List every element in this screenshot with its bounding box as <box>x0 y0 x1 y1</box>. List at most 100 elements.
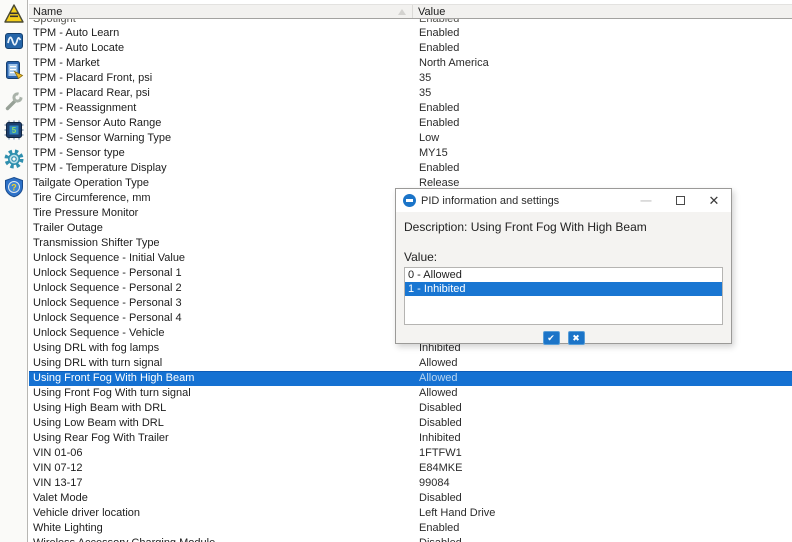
row-value-cell: Enabled <box>419 42 460 54</box>
table-header: Name Value <box>29 4 792 19</box>
table-row[interactable]: TPM - Auto Locate Enabled <box>29 41 792 56</box>
row-name-cell: TPM - Placard Front, psi <box>33 72 153 84</box>
row-name-cell: Using Rear Fog With Trailer <box>33 432 169 444</box>
row-name-cell: Wireless Accessory Charging Module <box>29 536 413 542</box>
row-name-cell: White Lighting <box>33 522 103 534</box>
dialog-title: PID information and settings <box>421 194 560 207</box>
value-label: Value: <box>404 250 438 264</box>
maximize-button[interactable] <box>663 189 697 212</box>
row-name-cell: Using Front Fog With turn signal <box>33 387 191 399</box>
row-value-cell: Left Hand Drive <box>419 507 496 519</box>
row-name-cell: Tailgate Operation Type <box>33 177 149 189</box>
clipboard-pencil-icon <box>6 61 24 80</box>
table-row[interactable]: TPM - Temperature Display Enabled <box>29 161 792 176</box>
wrench-icon <box>5 91 25 111</box>
close-button[interactable]: ✕ <box>697 189 731 212</box>
value-option[interactable]: 1 - Inhibited <box>405 282 722 296</box>
column-header-value-label: Value <box>418 6 446 18</box>
row-name-cell: TPM - Reassignment <box>33 102 137 114</box>
table-row[interactable]: TPM - Market North America <box>29 56 792 71</box>
dialog-buttons: ✔ ✖ <box>404 331 723 345</box>
table-row[interactable]: VIN 13-17 99084 <box>29 476 792 491</box>
sort-indicator-icon <box>398 9 406 15</box>
table-row[interactable]: VIN 07-12 E84MKE <box>29 461 792 476</box>
row-name-cell: Unlock Sequence - Personal 1 <box>33 267 182 279</box>
table-row[interactable]: TPM - Sensor Auto Range Enabled <box>29 116 792 131</box>
table-row[interactable]: Spotlight Enabled <box>29 19 792 26</box>
row-value-cell: 1FTFW1 <box>419 447 462 459</box>
row-name-cell: Unlock Sequence - Personal 4 <box>33 312 182 324</box>
row-value-cell: Low <box>419 132 440 144</box>
row-name-cell: Unlock Sequence - Vehicle <box>33 327 165 339</box>
shield-question-icon: ? <box>5 176 23 198</box>
row-value-cell: Enabled <box>419 102 460 114</box>
maximize-icon <box>675 196 685 205</box>
table-row[interactable]: Using DRL with turn signal Allowed <box>29 356 792 371</box>
about-shield-icon[interactable]: ? <box>2 175 26 199</box>
row-value-cell: E84MKE <box>419 462 463 474</box>
forscan-window: 5 ? Name Value Spotlight Enabled TPM - A… <box>0 0 792 542</box>
settings-gear-icon[interactable] <box>2 147 26 171</box>
pid-description: Description: Using Front Fog With High B… <box>404 220 647 234</box>
oscilloscope-icon[interactable] <box>2 29 26 53</box>
table-row[interactable]: Valet Mode Disabled <box>29 491 792 506</box>
forscan-logo-icon <box>403 194 416 207</box>
configuration-chip-icon[interactable]: 5 <box>2 118 26 142</box>
table-row[interactable]: TPM - Sensor Warning Type Low <box>29 131 792 146</box>
table-row[interactable]: Wireless Accessory Charging Module Disab… <box>29 536 792 542</box>
value-listbox: 0 - Allowed 1 - Inhibited <box>404 267 723 325</box>
svg-text:?: ? <box>11 183 17 193</box>
column-header-value[interactable]: Value <box>413 5 792 18</box>
table-row[interactable]: TPM - Placard Front, psi 35 <box>29 71 792 86</box>
minimize-button[interactable]: — <box>629 189 663 212</box>
column-header-name-label: Name <box>33 6 63 18</box>
row-name-cell: Unlock Sequence - Initial Value <box>33 252 186 264</box>
row-value-cell: Enabled <box>419 522 460 534</box>
row-name-cell: Using DRL with turn signal <box>33 357 163 369</box>
table-row[interactable]: White Lighting Enabled <box>29 521 792 536</box>
service-wrench-icon[interactable] <box>2 89 26 113</box>
dtc-warning-icon[interactable] <box>2 2 26 26</box>
table-row[interactable]: Vehicle driver location Left Hand Drive <box>29 506 792 521</box>
waveform-icon <box>5 33 23 49</box>
row-name-cell: TPM - Placard Rear, psi <box>33 87 150 99</box>
row-name-cell: Trailer Outage <box>33 222 103 234</box>
row-value-cell: North America <box>419 57 489 69</box>
table-row[interactable]: TPM - Reassignment Enabled <box>29 101 792 116</box>
row-value-cell: Inhibited <box>419 432 461 444</box>
table-row[interactable]: TPM - Sensor type MY15 <box>29 146 792 161</box>
table-row[interactable]: VIN 01-06 1FTFW1 <box>29 446 792 461</box>
value-option[interactable]: 0 - Allowed <box>405 268 722 282</box>
row-name-cell: Transmission Shifter Type <box>33 237 160 249</box>
row-value-cell: 35 <box>419 72 432 84</box>
row-name-cell: Spotlight <box>33 19 76 25</box>
row-name-cell: TPM - Sensor Auto Range <box>33 117 162 129</box>
dialog-body: Description: Using Front Fog With High B… <box>396 212 731 345</box>
table-row[interactable]: Using Front Fog With High Beam Allowed <box>29 371 792 386</box>
row-value-cell: Enabled <box>419 117 460 129</box>
table-row[interactable]: Using High Beam with DRL Disabled <box>29 401 792 416</box>
tests-clipboard-icon[interactable] <box>2 58 26 82</box>
chip-icon: 5 <box>4 120 24 140</box>
left-toolbar: 5 ? <box>0 0 28 542</box>
row-value-cell: Enabled <box>419 19 460 25</box>
row-value-cell: 99084 <box>419 477 450 489</box>
dialog-titlebar[interactable]: PID information and settings — ✕ <box>396 189 731 212</box>
table-row[interactable]: Using Rear Fog With Trailer Inhibited <box>29 431 792 446</box>
row-name-cell: VIN 13-17 <box>33 477 83 489</box>
row-value-cell: Disabled <box>413 536 792 542</box>
column-header-name[interactable]: Name <box>29 5 413 18</box>
table-row[interactable]: TPM - Placard Rear, psi 35 <box>29 86 792 101</box>
pid-info-dialog: PID information and settings — ✕ Descrip… <box>395 188 732 345</box>
row-value-cell: 35 <box>419 87 432 99</box>
row-value-cell: Allowed <box>419 387 458 399</box>
row-value-cell: Disabled <box>419 417 462 429</box>
table-row[interactable]: Using Front Fog With turn signal Allowed <box>29 386 792 401</box>
warning-triangle-icon <box>4 4 24 23</box>
row-name-cell: Using High Beam with DRL <box>33 402 167 414</box>
table-row[interactable]: Using Low Beam with DRL Disabled <box>29 416 792 431</box>
confirm-button[interactable]: ✔ <box>542 331 560 345</box>
row-name-cell: Using Front Fog With High Beam <box>33 372 195 384</box>
table-row[interactable]: TPM - Auto Learn Enabled <box>29 26 792 41</box>
cancel-button[interactable]: ✖ <box>567 331 585 345</box>
